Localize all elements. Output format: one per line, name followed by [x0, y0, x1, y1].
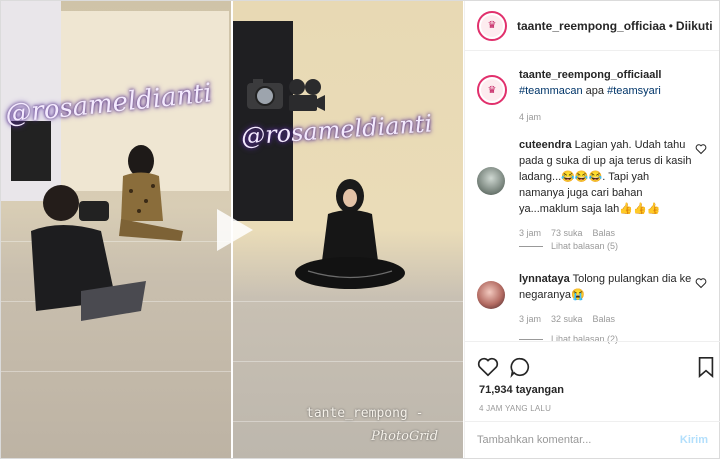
comment-input[interactable] — [477, 434, 680, 446]
post-actions: 71,934 tayangan 4 JAM YANG LALU — [465, 341, 720, 421]
play-icon[interactable] — [207, 205, 257, 255]
hashtag-teamsyari[interactable]: #teamsyari — [607, 85, 661, 97]
photographer-figure — [31, 185, 146, 321]
comment-username[interactable]: lynnataya — [519, 273, 570, 285]
view-replies-link[interactable]: Lihat balasan (5) — [519, 241, 618, 251]
model-hijab-figure — [295, 179, 405, 289]
header-username[interactable]: taante_reempong_officiaa — [517, 19, 666, 33]
comment-avatar[interactable] — [477, 281, 505, 309]
comment-time: 3 jam — [519, 314, 542, 324]
comment-time: 3 jam — [519, 228, 542, 238]
photogrid-logo: PhotoGrid — [371, 429, 439, 444]
post-timestamp: 4 JAM YANG LALU — [479, 404, 552, 413]
hashtag-teammacan[interactable]: #teammacan — [519, 85, 583, 97]
view-replies-text: Lihat balasan (5) — [551, 241, 619, 251]
comment-likes[interactable]: 32 suka — [551, 311, 583, 327]
comment-form: Kirim — [465, 421, 720, 458]
avatar-logo-icon: ♛ — [487, 20, 497, 31]
photo-left — [1, 1, 231, 458]
avatar-logo-icon: ♛ — [487, 84, 497, 96]
comment-avatar[interactable] — [477, 167, 505, 195]
heart-icon[interactable] — [695, 143, 707, 155]
caption-word: apa — [585, 85, 605, 97]
comment-bubble-icon[interactable] — [509, 356, 531, 378]
like-heart-icon[interactable] — [477, 356, 499, 378]
caption-username[interactable]: taante_reempong_officiaall — [519, 67, 712, 83]
reply-button[interactable]: Balas — [593, 225, 616, 241]
comment-likes[interactable]: 73 suka — [551, 225, 583, 241]
bookmark-icon[interactable] — [695, 356, 717, 378]
caption-avatar[interactable]: ♛ — [477, 75, 507, 105]
follow-status[interactable]: Diikuti — [676, 19, 713, 33]
comment-item: cuteendra Lagian yah. Udah tahu pada g s… — [477, 137, 707, 241]
post-header: ♛ taante_reempong_officiaa • Diikuti — [465, 1, 719, 51]
post-caption: ♛ taante_reempong_officiaall #teammacan … — [477, 67, 712, 125]
comment-item: lynnataya Tolong pulangkan dia ke negara… — [477, 271, 707, 327]
view-count[interactable]: 71,934 tayangan — [479, 384, 564, 396]
comment-username[interactable]: cuteendra — [519, 139, 572, 151]
post-comment-button[interactable]: Kirim — [680, 434, 708, 446]
avatar[interactable]: ♛ — [477, 10, 507, 41]
heart-icon[interactable] — [695, 277, 707, 289]
post-sidebar: ♛ taante_reempong_officiaa • Diikuti ♛ t… — [464, 1, 720, 458]
photo-right — [233, 1, 463, 458]
camera-icon — [247, 79, 325, 111]
caption-time: 4 jam — [519, 112, 542, 122]
header-separator: • — [668, 18, 673, 33]
reply-button[interactable]: Balas — [593, 311, 616, 327]
photogrid-credit: tante_rempong - — [306, 406, 424, 421]
post-media[interactable]: @rosameldianti @rosameldianti tante_remp… — [1, 1, 463, 458]
